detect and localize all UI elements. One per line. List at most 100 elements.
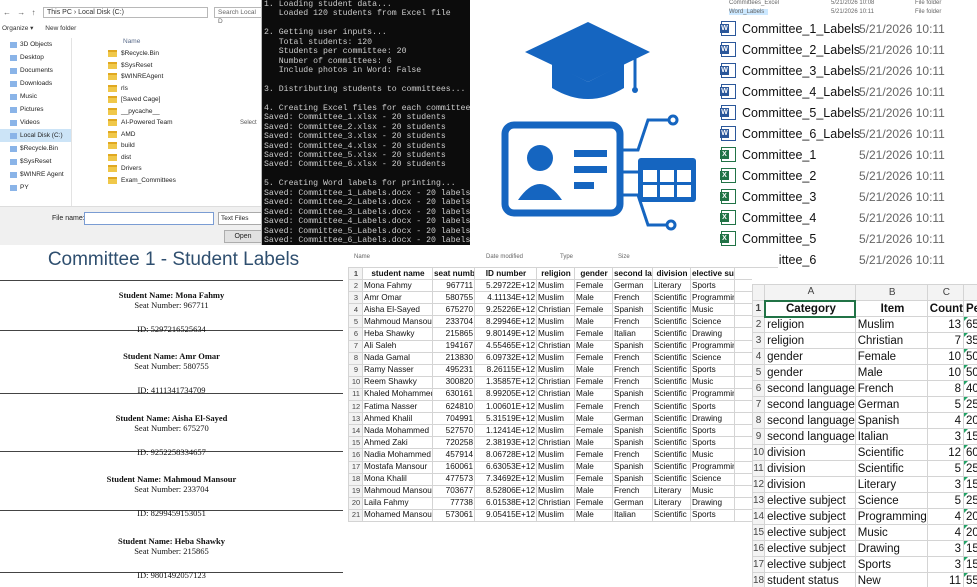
table-cell[interactable]: 160061 <box>432 460 475 474</box>
table-cell[interactable]: 12 <box>926 444 964 461</box>
table-cell[interactable]: 6.01538E+12 <box>474 496 537 510</box>
table-cell[interactable]: Fatima Nasser <box>362 400 433 414</box>
table-cell[interactable]: Spanish <box>612 460 653 474</box>
table-cell[interactable]: French <box>612 315 653 329</box>
column-header[interactable]: Category <box>763 299 857 318</box>
table-cell[interactable]: French <box>612 448 653 462</box>
nav-arrows-icon[interactable]: ← → ↑ <box>3 8 37 17</box>
table-cell[interactable]: Mahmoud Mansour <box>362 315 433 329</box>
file-row[interactable]: Committee_5 5/21/2026 10:11 <box>715 228 977 249</box>
column-header[interactable]: division <box>652 266 691 281</box>
table-cell[interactable]: Muslim <box>536 279 575 293</box>
table-cell[interactable]: Muslim <box>536 484 575 498</box>
file-row[interactable]: Committee_4 5/21/2026 10:11 <box>715 207 977 228</box>
table-cell[interactable]: 4.55465E+12 <box>474 339 537 353</box>
table-cell[interactable]: Muslim <box>536 424 575 438</box>
table-cell[interactable]: 10 <box>926 348 964 365</box>
table-cell[interactable]: 675270 <box>432 303 475 317</box>
table-cell[interactable]: second language <box>764 428 856 445</box>
table-cell[interactable]: French <box>612 484 653 498</box>
table-cell[interactable]: Female <box>574 327 613 341</box>
table-cell[interactable]: French <box>612 291 653 305</box>
table-cell[interactable]: French <box>612 400 653 414</box>
table-cell[interactable]: Science <box>690 315 735 329</box>
nav-tree-item[interactable]: Videos <box>0 116 71 129</box>
table-cell[interactable]: Music <box>690 375 735 389</box>
nav-tree-item[interactable]: Documents <box>0 64 71 77</box>
table-cell[interactable]: German <box>854 396 928 413</box>
table-cell[interactable]: 25.0% <box>962 396 977 413</box>
table-cell[interactable]: 4.11134E+12 <box>474 291 537 305</box>
column-header[interactable]: Percentage <box>962 300 977 317</box>
nav-tree-item[interactable]: $SysReset <box>0 155 71 168</box>
nav-tree-item[interactable]: $WINRE Agent <box>0 168 71 181</box>
table-cell[interactable]: Male <box>574 460 613 474</box>
table-cell[interactable]: Muslim <box>536 400 575 414</box>
table-cell[interactable]: 6.63053E+12 <box>474 460 537 474</box>
table-cell[interactable]: Programming <box>690 339 735 353</box>
table-cell[interactable]: Drawing <box>854 540 928 557</box>
table-cell[interactable]: Literary <box>652 279 691 293</box>
table-cell[interactable]: French <box>612 375 653 389</box>
table-cell[interactable]: Female <box>574 472 613 486</box>
table-cell[interactable]: Spanish <box>612 472 653 486</box>
table-cell[interactable]: Literary <box>652 496 691 510</box>
folder-name[interactable]: Word_Labels <box>729 9 769 15</box>
table-cell[interactable]: Male <box>574 291 613 305</box>
file-row[interactable]: Committee_3 5/21/2026 10:11 <box>715 186 977 207</box>
col-name[interactable]: Name <box>354 254 370 260</box>
file-row[interactable]: Committee_2 5/21/2026 10:11 <box>715 165 977 186</box>
table-cell[interactable]: 3 <box>926 476 964 493</box>
nav-tree-item[interactable]: Local Disk (C:) <box>0 129 71 142</box>
table-cell[interactable]: Literary <box>652 484 691 498</box>
organize-button[interactable]: Organize ▾ <box>2 25 33 32</box>
table-cell[interactable]: 194167 <box>432 339 475 353</box>
table-cell[interactable]: 7.34692E+12 <box>474 472 537 486</box>
table-cell[interactable]: Male <box>574 484 613 498</box>
table-cell[interactable]: Literary <box>854 476 928 493</box>
table-cell[interactable]: Drawing <box>690 496 735 510</box>
table-cell[interactable]: 60.0% <box>962 444 977 461</box>
table-cell[interactable]: 20.0% <box>962 508 977 525</box>
table-cell[interactable]: Male <box>574 387 613 402</box>
column-header[interactable]: gender <box>574 266 613 281</box>
nav-tree-item[interactable]: Pictures <box>0 103 71 116</box>
table-cell[interactable]: Muslim <box>536 412 575 426</box>
table-cell[interactable]: second language <box>764 380 856 397</box>
table-cell[interactable]: Music <box>854 524 928 541</box>
table-cell[interactable]: Sports <box>690 508 735 522</box>
table-cell[interactable]: 8.99205E+12 <box>474 387 537 402</box>
table-cell[interactable]: 213830 <box>432 351 475 365</box>
table-cell[interactable]: Christian <box>854 332 928 349</box>
file-list-item[interactable]: Exam_Committees <box>105 175 225 187</box>
filename-input[interactable] <box>84 212 214 225</box>
table-cell[interactable]: 20.0% <box>962 524 977 541</box>
table-cell[interactable]: Programming <box>690 460 735 474</box>
nav-tree-item[interactable]: 3D Objects <box>0 38 71 51</box>
table-cell[interactable]: Science <box>690 472 735 486</box>
table-cell[interactable]: 25.0% <box>962 460 977 477</box>
column-letter[interactable]: B <box>854 284 928 301</box>
table-cell[interactable]: 15.0% <box>962 540 977 557</box>
file-list-item[interactable]: $Recycle.Bin <box>105 48 225 60</box>
table-cell[interactable]: Italian <box>854 428 928 445</box>
table-cell[interactable]: Female <box>574 351 613 365</box>
table-cell[interactable]: 55.0% <box>962 572 977 587</box>
table-cell[interactable]: Italian <box>612 327 653 341</box>
table-cell[interactable]: Programming <box>854 508 928 525</box>
table-cell[interactable]: Scientific <box>652 303 691 317</box>
table-cell[interactable]: 630161 <box>432 387 475 402</box>
column-letter[interactable]: D <box>962 284 977 301</box>
table-cell[interactable]: Nada Mohammed <box>362 424 433 438</box>
table-cell[interactable]: 35.0% <box>962 332 977 349</box>
table-cell[interactable]: Sports <box>854 556 928 573</box>
table-cell[interactable]: French <box>612 363 653 377</box>
corner-cell[interactable] <box>752 284 766 301</box>
table-cell[interactable]: Khaled Mohammed <box>362 387 433 402</box>
column-letter[interactable]: C <box>926 284 964 301</box>
table-cell[interactable]: Scientific <box>854 444 928 461</box>
nav-tree-item[interactable]: $Recycle.Bin <box>0 142 71 155</box>
table-cell[interactable]: Scientific <box>854 460 928 477</box>
file-type-dropdown[interactable]: Text Files <box>218 212 261 225</box>
table-cell[interactable]: Christian <box>536 303 575 317</box>
